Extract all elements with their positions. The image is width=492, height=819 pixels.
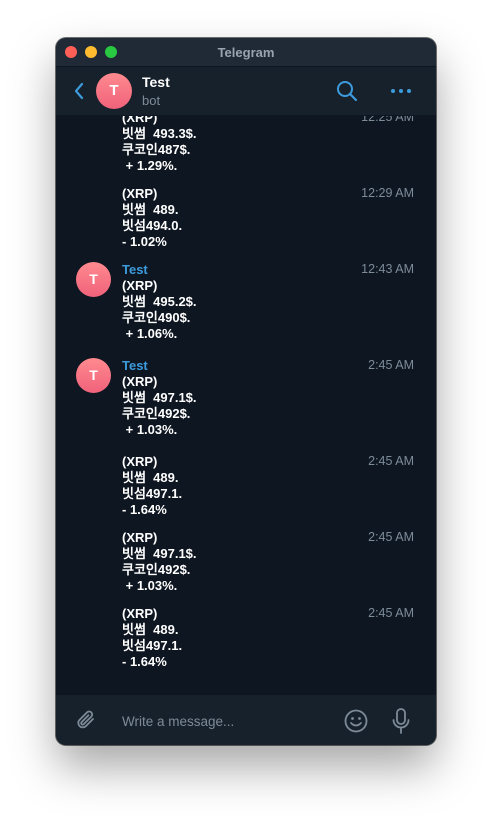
message-time: 2:45 AM xyxy=(368,358,414,372)
message-time: 2:45 AM xyxy=(368,606,414,620)
more-icon[interactable] xyxy=(389,81,413,101)
telegram-window: Telegram T Test bot 12:25 AM (XRP) 빗썸 49… xyxy=(56,38,436,745)
paperclip-icon[interactable] xyxy=(74,708,98,732)
sender-name[interactable]: Test xyxy=(122,358,148,373)
sender-avatar[interactable]: T xyxy=(76,358,111,393)
emoji-icon[interactable] xyxy=(343,708,369,734)
message-time: 2:45 AM xyxy=(368,454,414,468)
message-text: (XRP) 빗썸 489. 빗섬494.0. - 1.02% xyxy=(122,186,183,249)
chat-avatar[interactable]: T xyxy=(96,73,132,109)
message-text: (XRP) 빗썸 497.1$. 쿠코인492$. + 1.03%. xyxy=(122,374,197,437)
microphone-icon[interactable] xyxy=(391,707,411,735)
chat-status: bot xyxy=(142,93,161,108)
message-composer xyxy=(56,694,436,745)
message-text: (XRP) 빗썸 495.2$. 쿠코인490$. + 1.06%. xyxy=(122,278,197,341)
message-text: (XRP) 빗썸 497.1$. 쿠코인492$. + 1.03%. xyxy=(122,530,197,593)
sender-avatar[interactable]: T xyxy=(76,262,111,297)
chat-name[interactable]: Test xyxy=(142,74,170,90)
window-title: Telegram xyxy=(217,45,275,60)
message-text: (XRP) 빗썸 489. 빗섬497.1. - 1.64% xyxy=(122,454,183,517)
message-time: 12:29 AM xyxy=(361,186,414,200)
chat-header: T Test bot xyxy=(56,67,436,116)
title-bar: Telegram xyxy=(56,38,436,67)
message-list[interactable]: 12:25 AM (XRP) 빗썸 493.3$. 쿠코인487$. + 1.2… xyxy=(56,116,436,694)
sender-name[interactable]: Test xyxy=(122,262,148,277)
message-text: (XRP) 빗썸 493.3$. 쿠코인487$. + 1.29%. xyxy=(122,116,197,173)
message-text: (XRP) 빗썸 489. 빗섬497.1. - 1.64% xyxy=(122,606,183,669)
message-time: 12:25 AM xyxy=(361,116,414,124)
message-input[interactable] xyxy=(122,711,332,731)
message-time: 2:45 AM xyxy=(368,530,414,544)
search-icon[interactable] xyxy=(336,80,358,102)
back-arrow-icon[interactable] xyxy=(72,81,86,101)
message-time: 12:43 AM xyxy=(361,262,414,276)
